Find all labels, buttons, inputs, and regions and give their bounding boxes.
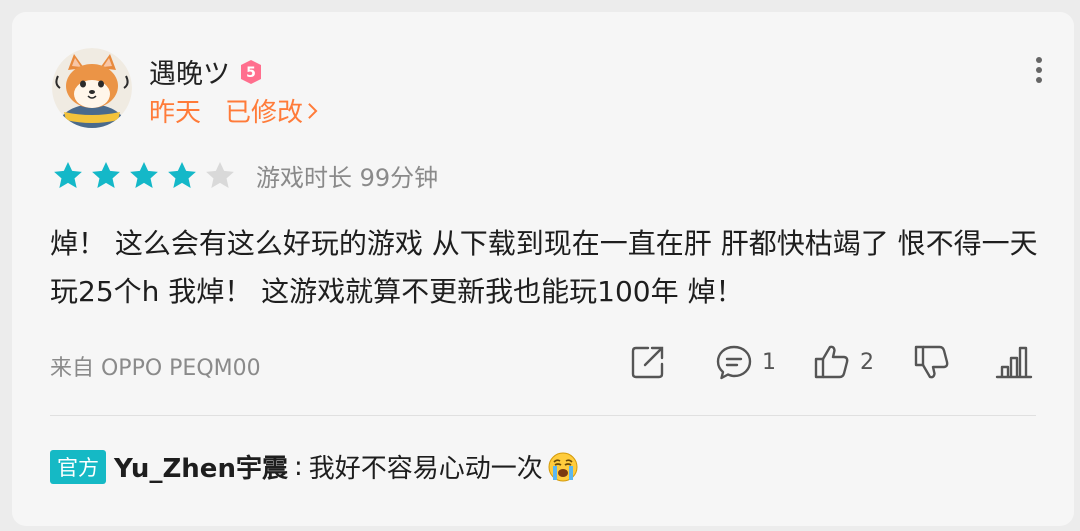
reply-author: Yu_Zhen宇震 bbox=[114, 454, 288, 484]
post-date: 昨天 bbox=[149, 98, 202, 128]
share-icon bbox=[631, 346, 664, 379]
crying-face-emoji-icon bbox=[548, 452, 578, 481]
thumbs-up-icon bbox=[814, 345, 849, 379]
level-number: 5 bbox=[246, 65, 256, 81]
reply-separator: : bbox=[293, 451, 303, 482]
review-card: 遇晚ツ 5 昨天 已修改 游戏时长 99分钟 焯！ 这么会有这么好玩的游戏 从下… bbox=[12, 12, 1074, 526]
edited-label: 已修改 bbox=[225, 98, 304, 128]
star-filled-icon bbox=[54, 161, 82, 188]
thumbs-down-icon bbox=[914, 345, 949, 379]
action-bar: 1 2 bbox=[622, 342, 1034, 386]
review-text: 焯！ 这么会有这么好玩的游戏 从下载到现在一直在肝 肝都快枯竭了 恨不得一天玩2… bbox=[50, 227, 1038, 308]
official-badge: 官方 bbox=[50, 449, 106, 484]
star-rating bbox=[52, 160, 236, 192]
star-empty-icon bbox=[206, 161, 234, 188]
bar-chart-icon bbox=[995, 346, 1033, 379]
official-reply[interactable]: 官方 Yu_Zhen宇震 : 我好不容易心动一次 bbox=[50, 448, 579, 485]
dislike-button[interactable] bbox=[912, 342, 952, 382]
device-label: 来自 OPPO PEQM00 bbox=[50, 356, 261, 381]
level-5-badge-icon: 5 bbox=[238, 59, 264, 85]
comment-icon bbox=[716, 345, 752, 380]
star-filled-icon bbox=[168, 161, 196, 188]
edited-link[interactable]: 已修改 bbox=[225, 92, 318, 129]
like-count: 2 bbox=[860, 349, 874, 375]
reply-text: 我好不容易心动一次 bbox=[308, 454, 543, 484]
playtime-label: 游戏时长 99分钟 bbox=[256, 164, 439, 192]
username-row: 遇晚ツ 5 bbox=[149, 52, 264, 91]
rating-row: 游戏时长 99分钟 bbox=[52, 158, 438, 193]
divider bbox=[50, 415, 1036, 416]
star-filled-icon bbox=[92, 161, 120, 188]
chevron-right-icon bbox=[308, 102, 318, 119]
star-filled-icon bbox=[130, 161, 158, 188]
meta-row: 昨天 已修改 bbox=[149, 92, 318, 129]
more-vertical-icon[interactable] bbox=[1034, 56, 1044, 84]
avatar[interactable] bbox=[52, 48, 132, 128]
comment-count: 1 bbox=[762, 349, 776, 375]
like-button[interactable]: 2 bbox=[812, 342, 874, 382]
shiba-dog-avatar-icon bbox=[52, 48, 132, 128]
share-button[interactable] bbox=[628, 342, 668, 382]
stats-button[interactable] bbox=[994, 342, 1034, 382]
username[interactable]: 遇晚ツ bbox=[149, 52, 230, 91]
comment-button[interactable]: 1 bbox=[714, 342, 776, 382]
